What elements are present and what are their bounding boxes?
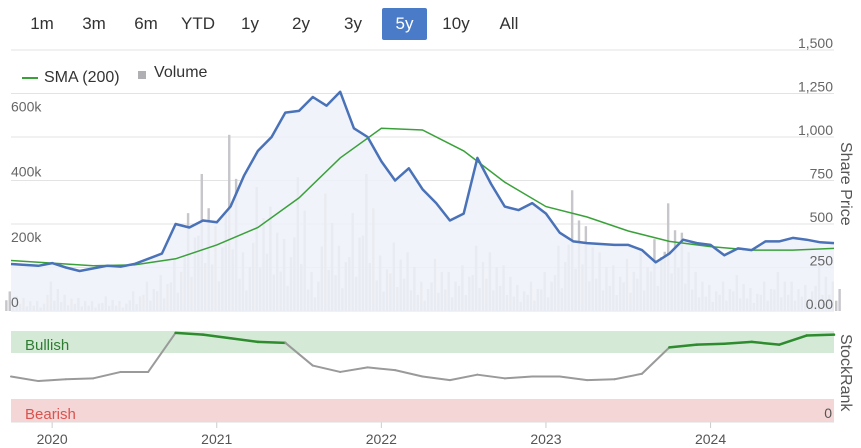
volume-bar (838, 288, 841, 311)
stockrank-axis-label: StockRank (837, 334, 854, 412)
x-tick-label: 2023 (530, 431, 561, 447)
price-tick-label: 500 (810, 209, 834, 225)
stockrank-segment (64, 377, 95, 381)
stockrank-segment (421, 375, 451, 382)
stockrank-segment (586, 378, 616, 382)
stockrank-segment (805, 333, 836, 337)
stockrank-segment (613, 372, 643, 381)
price-axis-label: Share Price (837, 142, 854, 226)
price-tick-label: 0.00 (806, 296, 833, 312)
volume-tick-label: 400k (11, 164, 42, 180)
volume-tick-label: 0 (11, 294, 19, 310)
x-axis-ticks: 2020 2021 2022 2023 2024 (11, 421, 834, 447)
volume-bar (5, 300, 8, 311)
stockrank-tick-label: 0 (824, 405, 832, 421)
x-tick-label: 2020 (37, 431, 68, 447)
bullish-label: Bullish (25, 337, 69, 354)
stockrank-segment (695, 342, 726, 346)
bearish-label: Bearish (25, 406, 76, 423)
stockrank-segment (394, 369, 424, 378)
bullish-band (11, 331, 834, 353)
stockrank-segment (311, 364, 342, 373)
stockrank-segment (10, 375, 40, 383)
x-tick-label: 2021 (201, 431, 232, 447)
price-tick-label: 250 (810, 253, 834, 269)
price-tick-label: 1,000 (798, 122, 833, 138)
stockrank-segment (558, 375, 589, 382)
stockrank-segment (37, 378, 67, 383)
stockrank-segment (92, 370, 122, 380)
bearish-band (11, 399, 834, 422)
stockrank-segment (448, 373, 479, 382)
stockrank-segment (503, 375, 534, 380)
price-tick-label: 1,250 (798, 79, 833, 95)
stockrank-segment (339, 366, 369, 373)
volume-bar (835, 300, 838, 311)
stockrank-segment (476, 373, 506, 380)
price-tick-label: 750 (810, 166, 834, 182)
x-tick-label: 2024 (695, 431, 726, 447)
price-chart: 0.00 250 500 750 1,000 1,250 1,500 0 200k 400k 60… (5, 35, 854, 447)
price-area (11, 91, 834, 311)
price-area-fill (11, 91, 834, 311)
price-tick-label: 1,500 (798, 35, 833, 51)
x-tick-label: 2022 (366, 431, 397, 447)
stockrank-segment (256, 340, 287, 345)
volume-tick-label: 200k (11, 229, 42, 245)
stockrank-segment (366, 366, 397, 372)
volume-tick-label: 600k (11, 98, 42, 114)
